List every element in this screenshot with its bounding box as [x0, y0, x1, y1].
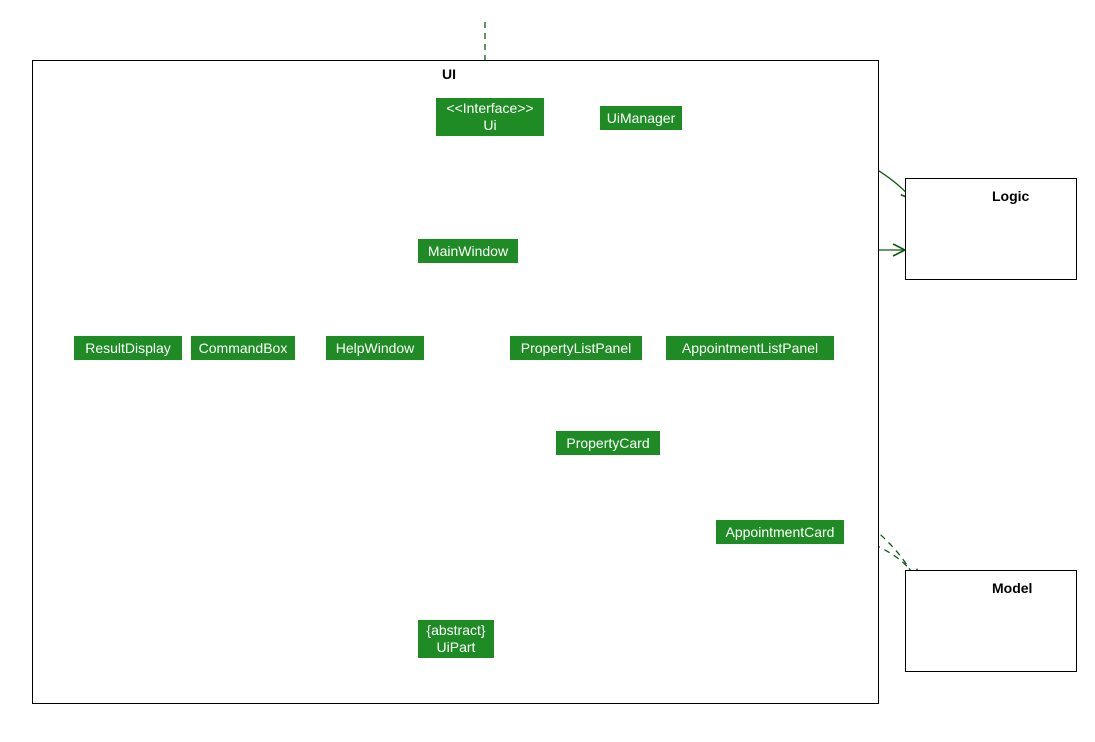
package-logic [905, 178, 1077, 280]
package-logic-label: Logic [992, 188, 1029, 204]
class-name: Ui [483, 117, 496, 134]
class-ui-manager: UiManager [600, 106, 682, 130]
class-name: UiManager [607, 110, 675, 127]
class-name: CommandBox [199, 340, 288, 357]
class-name: ResultDisplay [85, 340, 171, 357]
package-ui [32, 60, 879, 704]
class-name: MainWindow [428, 243, 508, 260]
class-main-window: MainWindow [418, 239, 518, 263]
class-ui-part: {abstract} UiPart [418, 620, 494, 658]
class-appointment-list-panel: AppointmentListPanel [666, 336, 834, 360]
stereotype: {abstract} [426, 622, 485, 639]
package-model-label: Model [992, 580, 1032, 596]
package-ui-label: UI [442, 66, 456, 82]
class-name: PropertyListPanel [521, 340, 632, 357]
class-name: UiPart [437, 639, 476, 656]
package-model [905, 570, 1077, 672]
class-property-list-panel: PropertyListPanel [510, 336, 642, 360]
stereotype: <<Interface>> [446, 100, 533, 117]
class-name: HelpWindow [336, 340, 415, 357]
class-help-window: HelpWindow [326, 336, 424, 360]
class-ui-interface: <<Interface>> Ui [436, 98, 544, 136]
class-appointment-card: AppointmentCard [716, 520, 844, 544]
class-command-box: CommandBox [191, 336, 295, 360]
class-name: AppointmentListPanel [682, 340, 818, 357]
class-name: PropertyCard [566, 435, 649, 452]
class-property-card: PropertyCard [556, 431, 660, 455]
class-name: AppointmentCard [726, 524, 835, 541]
class-result-display: ResultDisplay [74, 336, 182, 360]
